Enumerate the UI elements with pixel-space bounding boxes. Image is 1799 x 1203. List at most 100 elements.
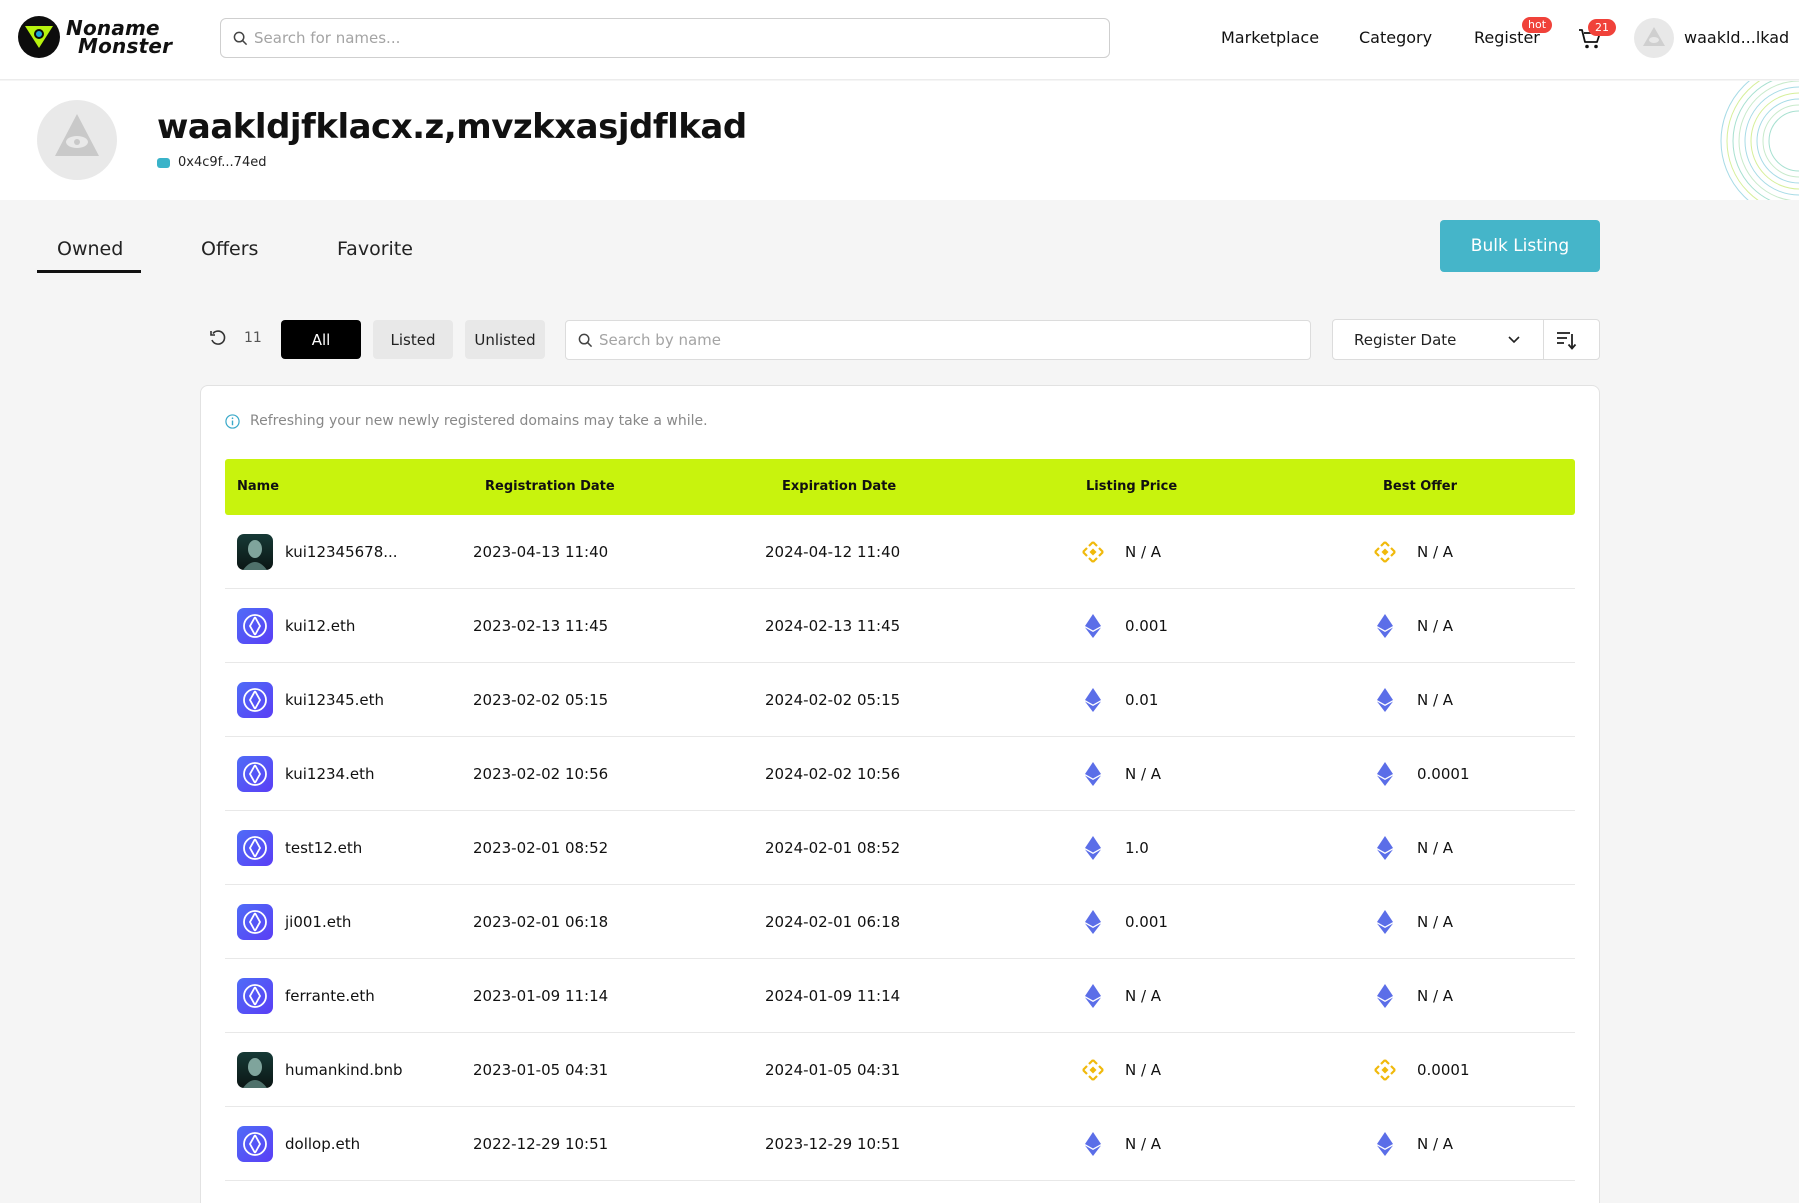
domain-name[interactable]: kui12345678... — [285, 543, 398, 561]
sort-dropdown[interactable]: Register Date — [1332, 319, 1600, 360]
col-name[interactable]: Name — [237, 479, 279, 494]
domain-count: 11 — [244, 330, 262, 346]
domain-avatar[interactable] — [237, 904, 273, 940]
search-by-name-input[interactable] — [599, 331, 1279, 349]
bnb-icon — [1081, 1058, 1105, 1086]
info-icon — [225, 413, 240, 429]
best-offer: N / A — [1417, 617, 1454, 635]
eth-icon — [1377, 1132, 1393, 1160]
search-icon — [233, 31, 248, 45]
notice-text: Refreshing your new newly registered dom… — [250, 413, 708, 429]
registration-date: 2023-02-01 08:52 — [473, 839, 609, 857]
search-icon — [578, 333, 593, 347]
profile-header: waakldjfklacx.z,mvzkxasjdflkad 0x4c9f...… — [0, 81, 1799, 200]
domain-name[interactable]: test12.eth — [285, 839, 362, 857]
table-row[interactable]: ferrante.eth 2023-01-09 11:14 2024-01-09 1… — [225, 959, 1575, 1033]
domain-name[interactable]: ferrante.eth — [285, 987, 375, 1005]
domain-avatar[interactable] — [237, 682, 273, 718]
table-row[interactable]: kui12345.eth 2023-02-02 05:15 2024-02-02 0… — [225, 663, 1575, 737]
eth-icon — [1377, 688, 1393, 716]
filter-all-button[interactable]: All — [281, 320, 361, 359]
best-offer: N / A — [1417, 543, 1454, 561]
domain-name[interactable]: humankind.bnb — [285, 1061, 403, 1079]
eth-icon — [1377, 910, 1393, 938]
domain-name[interactable]: kui1234.eth — [285, 765, 374, 783]
expiration-date: 2024-04-12 11:40 — [765, 543, 901, 561]
registration-date: 2022-12-29 10:51 — [473, 1135, 609, 1153]
expiration-date: 2024-02-13 11:45 — [765, 617, 901, 635]
tab-offers[interactable]: Offers — [201, 238, 258, 260]
filter-listed-button[interactable]: Listed — [373, 320, 453, 359]
sort-order-icon[interactable] — [1555, 329, 1577, 351]
eth-icon — [1085, 984, 1101, 1012]
table-row[interactable]: dollop.eth 2022-12-29 10:51 2023-12-29 10:… — [225, 1107, 1575, 1181]
table-row[interactable]: test12.eth 2023-02-01 08:52 2024-02-01 08:… — [225, 811, 1575, 885]
expiration-date: 2024-02-02 10:56 — [765, 765, 901, 783]
decorative-lines — [1720, 81, 1799, 200]
sort-selected-value: Register Date — [1354, 331, 1457, 349]
eth-icon — [1377, 984, 1393, 1012]
expiration-date: 2024-02-01 06:18 — [765, 913, 901, 931]
table-row[interactable]: ji001.eth 2023-02-01 06:18 2024-02-01 06:1… — [225, 885, 1575, 959]
eth-icon — [1085, 836, 1101, 864]
table-row[interactable]: kui12.eth 2023-02-13 11:45 2024-02-13 11:4… — [225, 589, 1575, 663]
registration-date: 2023-04-13 11:40 — [473, 543, 609, 561]
col-registration-date[interactable]: Registration Date — [485, 479, 615, 494]
best-offer: N / A — [1417, 987, 1454, 1005]
registration-date: 2023-02-02 05:15 — [473, 691, 609, 709]
user-avatar[interactable] — [1634, 18, 1674, 58]
table-row[interactable]: kui1234.eth 2023-02-02 10:56 2024-02-02 10… — [225, 737, 1575, 811]
eth-icon — [1377, 614, 1393, 642]
col-listing-price[interactable]: Listing Price — [1086, 479, 1177, 494]
logo-text: Noname Monster — [66, 16, 173, 58]
tab-favorite[interactable]: Favorite — [337, 238, 413, 260]
domain-avatar[interactable] — [237, 1126, 273, 1162]
domain-avatar[interactable] — [237, 534, 273, 570]
eth-icon — [1085, 688, 1101, 716]
refresh-icon[interactable] — [209, 329, 227, 347]
nav-marketplace[interactable]: Marketplace — [1221, 28, 1319, 47]
hot-badge: hot — [1522, 17, 1553, 33]
listing-price: N / A — [1125, 1061, 1162, 1079]
registration-date: 2023-02-13 11:45 — [473, 617, 609, 635]
wallet-address[interactable]: 0x4c9f...74ed — [157, 155, 266, 170]
domain-name[interactable]: kui12345.eth — [285, 691, 384, 709]
tab-owned[interactable]: Owned — [57, 238, 123, 260]
table-row[interactable]: kui12345678... 2023-04-13 11:40 2024-04-12… — [225, 515, 1575, 589]
eth-icon — [1085, 1132, 1101, 1160]
col-best-offer[interactable]: Best Offer — [1383, 479, 1457, 494]
domain-name[interactable]: dollop.eth — [285, 1135, 360, 1153]
expiration-date: 2024-01-05 04:31 — [765, 1061, 901, 1079]
name-search-bar[interactable] — [220, 18, 1110, 58]
domain-name[interactable]: kui12.eth — [285, 617, 355, 635]
best-offer: N / A — [1417, 839, 1454, 857]
search-by-name-box[interactable] — [565, 320, 1311, 360]
eth-icon — [1377, 762, 1393, 790]
listing-price: 0.001 — [1125, 913, 1168, 931]
col-expiration-date[interactable]: Expiration Date — [782, 479, 896, 494]
top-header: Noname Monster Marketplace Category Regi… — [0, 0, 1799, 80]
profile-avatar — [37, 100, 117, 180]
domain-avatar[interactable] — [237, 1052, 273, 1088]
logo[interactable]: Noname Monster — [18, 16, 172, 58]
bnb-icon — [1081, 540, 1105, 568]
domain-name[interactable]: ji001.eth — [285, 913, 351, 931]
name-search-input[interactable] — [254, 29, 1054, 47]
active-tab-indicator — [37, 270, 141, 273]
best-offer: N / A — [1417, 691, 1454, 709]
bulk-listing-button[interactable]: Bulk Listing — [1440, 220, 1600, 272]
best-offer: N / A — [1417, 913, 1454, 931]
domain-avatar[interactable] — [237, 608, 273, 644]
domain-avatar[interactable] — [237, 756, 273, 792]
nav-category[interactable]: Category — [1359, 28, 1432, 47]
listing-price: 1.0 — [1125, 839, 1149, 857]
table-row[interactable]: humankind.bnb 2023-01-05 04:31 2024-01-05 … — [225, 1033, 1575, 1107]
expiration-date: 2024-02-01 08:52 — [765, 839, 901, 857]
filter-unlisted-button[interactable]: Unlisted — [465, 320, 545, 359]
domain-avatar[interactable] — [237, 978, 273, 1014]
domain-avatar[interactable] — [237, 830, 273, 866]
table-header: Name Registration Date Expiration Date L… — [225, 459, 1575, 515]
owned-domains-card: Refreshing your new newly registered dom… — [200, 385, 1600, 1203]
user-name[interactable]: waakld...lkad — [1684, 28, 1789, 47]
wallet-icon — [157, 157, 170, 168]
